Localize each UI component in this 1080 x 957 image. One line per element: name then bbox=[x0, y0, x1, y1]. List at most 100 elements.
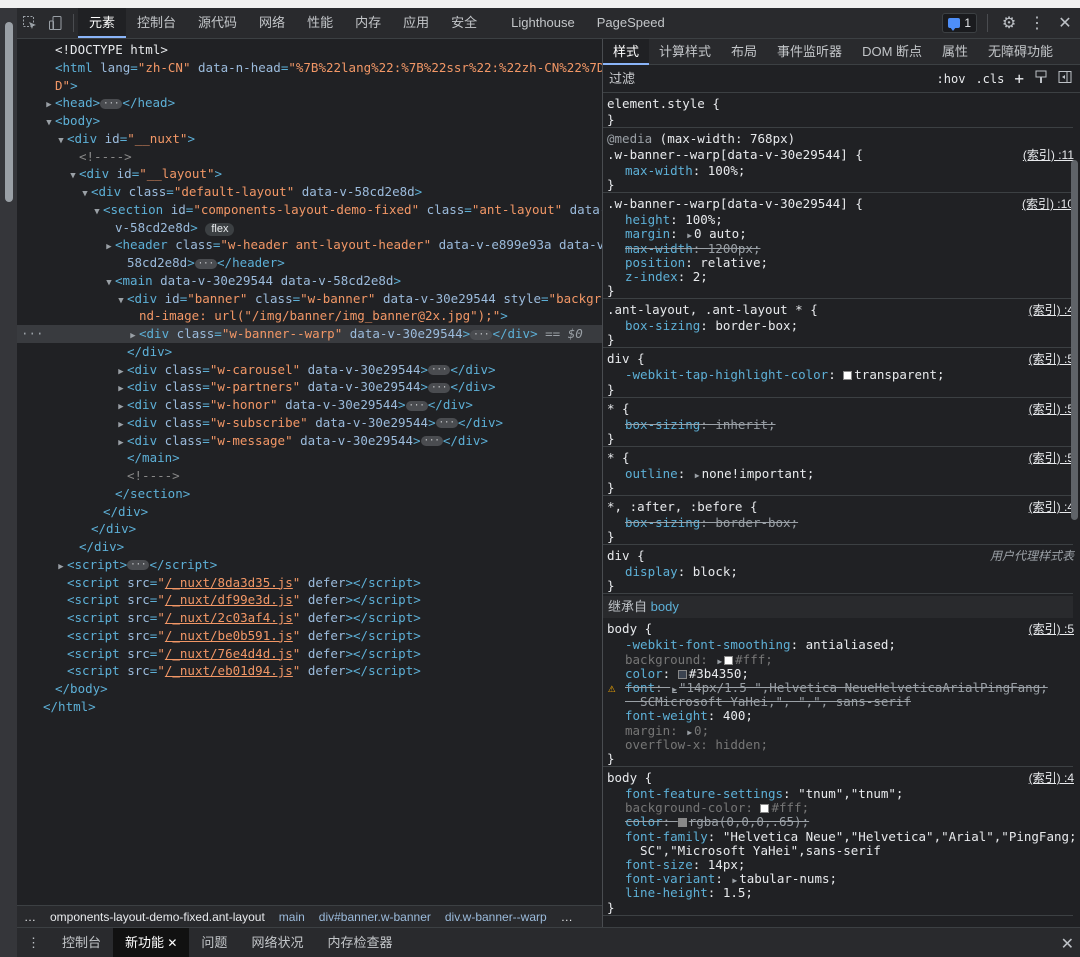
inherited-from[interactable]: body bbox=[651, 599, 679, 614]
expand-toggle-icon[interactable]: ▼ bbox=[91, 203, 103, 219]
dom-line[interactable]: D"> bbox=[17, 77, 602, 95]
style-line[interactable]: } bbox=[607, 752, 615, 766]
dom-line[interactable]: ··· ▶ <div class="w-banner--warp" data-v-3… bbox=[17, 325, 602, 343]
style-line[interactable]: body { bbox=[607, 622, 652, 636]
style-line[interactable]: background-color: #fff; bbox=[625, 801, 809, 815]
style-line[interactable]: } bbox=[607, 113, 615, 127]
style-line[interactable]: box-sizing: inherit; bbox=[625, 417, 776, 432]
expand-toggle-icon[interactable]: ▶ bbox=[115, 398, 127, 414]
dom-line[interactable]: ▶ <div class="w-partners" data-v-30e29544… bbox=[17, 378, 602, 396]
style-line[interactable]: font-weight: 400; bbox=[625, 709, 753, 723]
style-line[interactable]: } bbox=[607, 530, 615, 544]
breadcrumb-item[interactable]: omponents-layout-demo-fixed.ant-layout bbox=[43, 910, 272, 924]
dom-line[interactable]: </div> bbox=[17, 343, 602, 361]
style-line[interactable]: overflow-x: hidden; bbox=[625, 737, 768, 752]
styles-tab-3[interactable]: 事件监听器 bbox=[767, 39, 852, 65]
dom-line[interactable]: </div> bbox=[17, 520, 602, 538]
dom-line[interactable]: ▼ <div id="__nuxt"> bbox=[17, 130, 602, 148]
dom-line[interactable]: <script src="/_nuxt/be0b591.js" defer></… bbox=[17, 627, 602, 645]
breadcrumb-item[interactable]: div#banner.w-banner bbox=[312, 910, 438, 924]
expand-toggle-icon[interactable]: ▼ bbox=[55, 132, 67, 148]
breadcrumb-item[interactable]: main bbox=[272, 910, 312, 924]
expand-toggle-icon[interactable]: ▶ bbox=[127, 327, 139, 343]
dom-line[interactable]: ▶ <header class="w-header ant-layout-head… bbox=[17, 236, 602, 254]
color-swatch[interactable] bbox=[843, 371, 853, 381]
style-line[interactable]: color: #3b4350; bbox=[625, 666, 749, 681]
style-line[interactable]: .w-banner--warp[data-v-30e29544] { bbox=[607, 197, 863, 211]
dom-line[interactable]: ▼ <div class="default-layout" data-v-58cd… bbox=[17, 183, 602, 201]
tab-7[interactable]: 安全 bbox=[440, 8, 488, 38]
style-line[interactable]: } bbox=[607, 178, 615, 192]
expand-toggle-icon[interactable]: ▼ bbox=[79, 185, 91, 201]
style-line[interactable]: font: ▶ "14px/1.5 ",Helvetica NeueHelveti… bbox=[625, 681, 1048, 695]
tab-0[interactable]: 元素 bbox=[78, 8, 127, 38]
expand-toggle-icon[interactable]: ▶ bbox=[115, 434, 127, 450]
drawer-tab-1[interactable]: 新功能 ✕ bbox=[113, 928, 190, 957]
expand-toggle-icon[interactable]: ▼ bbox=[103, 274, 115, 290]
color-swatch[interactable] bbox=[677, 818, 687, 828]
color-swatch[interactable] bbox=[760, 804, 770, 814]
dom-line[interactable]: v-58cd2e8d> flex bbox=[17, 219, 602, 237]
style-line[interactable]: background: ▶ #fff; bbox=[625, 652, 773, 667]
rule-source-link[interactable]: (索引) :10 bbox=[1022, 197, 1074, 211]
close-icon[interactable]: ✕ bbox=[1054, 13, 1076, 33]
styles-tab-1[interactable]: 计算样式 bbox=[649, 39, 721, 65]
style-line[interactable]: -webkit-font-smoothing: antialiased; bbox=[625, 638, 896, 652]
dom-line[interactable]: <script src="/_nuxt/2c03af4.js" defer></… bbox=[17, 609, 602, 627]
style-line[interactable]: color: rgba(0,0,0,.65); bbox=[625, 815, 809, 829]
style-line[interactable]: } bbox=[607, 900, 615, 915]
drawer-tab-0[interactable]: 控制台 bbox=[50, 928, 113, 957]
expand-toggle-icon[interactable]: ▶ bbox=[43, 96, 55, 112]
style-line[interactable]: margin: ▶ 0 auto; bbox=[625, 227, 747, 241]
dom-line[interactable]: <!DOCTYPE html> bbox=[17, 41, 602, 59]
drawer-tab-3[interactable]: 网络状况 bbox=[239, 928, 315, 957]
styles-tab-2[interactable]: 布局 bbox=[721, 39, 767, 65]
style-line[interactable]: SC","Microsoft YaHei",sans-serif bbox=[625, 843, 881, 858]
rule-source-link[interactable]: (索引) :4 bbox=[1029, 500, 1074, 514]
rule-source-link[interactable]: (索引) :5 bbox=[1029, 451, 1074, 465]
style-line[interactable]: font-feature-settings: "tnum","tnum"; bbox=[625, 787, 903, 801]
dom-line[interactable]: ▼ <div id="__layout"> bbox=[17, 165, 602, 183]
rule-source-link[interactable]: (索引) :5 bbox=[1029, 402, 1074, 416]
style-line[interactable]: SCMicrosoft YaHei,", ",", sans-serif bbox=[625, 695, 911, 709]
styles-tab-5[interactable]: 属性 bbox=[932, 39, 978, 65]
dom-line[interactable]: 58cd2e8d> ··· </header> bbox=[17, 254, 602, 272]
filter-input[interactable] bbox=[609, 68, 899, 89]
expand-toggle-icon[interactable]: ▶ bbox=[115, 363, 127, 379]
left-scroll-thumb[interactable] bbox=[5, 22, 13, 202]
style-line[interactable]: font-variant: ▶ tabular-nums; bbox=[625, 872, 837, 886]
style-line[interactable]: .ant-layout, .ant-layout * { bbox=[607, 303, 818, 317]
style-line[interactable]: outline: ▶ none!important; bbox=[625, 466, 814, 481]
rule-source-link[interactable]: (索引) :5 bbox=[1029, 622, 1074, 636]
new-rule-button[interactable]: + bbox=[1014, 69, 1024, 88]
dom-line[interactable]: <script src="/_nuxt/df99e3d.js" defer></… bbox=[17, 591, 602, 609]
left-page-scrollbar[interactable] bbox=[0, 8, 17, 957]
dom-line[interactable]: ▼ <main data-v-30e29544 data-v-58cd2e8d> bbox=[17, 272, 602, 290]
drawer-menu-icon[interactable]: ⋮ bbox=[17, 928, 50, 957]
rule-source-link[interactable]: (索引) :4 bbox=[1029, 303, 1074, 317]
dom-line[interactable]: ▶ <div class="w-subscribe" data-v-30e2954… bbox=[17, 414, 602, 432]
drawer-close-icon[interactable]: ✕ bbox=[1061, 934, 1074, 954]
kebab-menu-icon[interactable]: ⋮ bbox=[1026, 13, 1048, 33]
dom-line[interactable]: ▶ <script> ··· </script> bbox=[17, 556, 602, 574]
style-line[interactable]: } bbox=[607, 284, 615, 298]
style-line[interactable]: body { bbox=[607, 771, 652, 785]
style-line[interactable]: position: relative; bbox=[625, 255, 768, 270]
rule-source-link[interactable]: (索引) :4 bbox=[1029, 771, 1074, 785]
styles-scroll-thumb[interactable] bbox=[1071, 160, 1078, 520]
dom-tree[interactable]: <!DOCTYPE html> <html lang="zh-CN" data-n… bbox=[17, 39, 602, 905]
device-toggle-icon[interactable] bbox=[43, 8, 69, 38]
dom-line[interactable]: nd-image: url("/img/banner/img_banner@2x… bbox=[17, 307, 602, 325]
expand-toggle-icon[interactable]: ▼ bbox=[115, 292, 127, 308]
dom-line[interactable]: </div> bbox=[17, 538, 602, 556]
dom-line[interactable]: <script src="/_nuxt/76e4d4d.js" defer></… bbox=[17, 645, 602, 663]
expand-toggle-icon[interactable]: ▶ bbox=[115, 416, 127, 432]
tab-5[interactable]: 内存 bbox=[344, 8, 392, 38]
style-line[interactable]: box-sizing: border-box; bbox=[625, 516, 798, 530]
style-line[interactable]: div { bbox=[607, 549, 645, 563]
style-line[interactable]: height: 100%; bbox=[625, 213, 723, 227]
rule-source-link[interactable]: (索引) :5 bbox=[1029, 352, 1074, 366]
style-line[interactable]: z-index: 2; bbox=[625, 270, 708, 284]
gear-icon[interactable]: ⚙ bbox=[998, 13, 1020, 33]
style-line[interactable]: font-size: 14px; bbox=[625, 858, 745, 872]
